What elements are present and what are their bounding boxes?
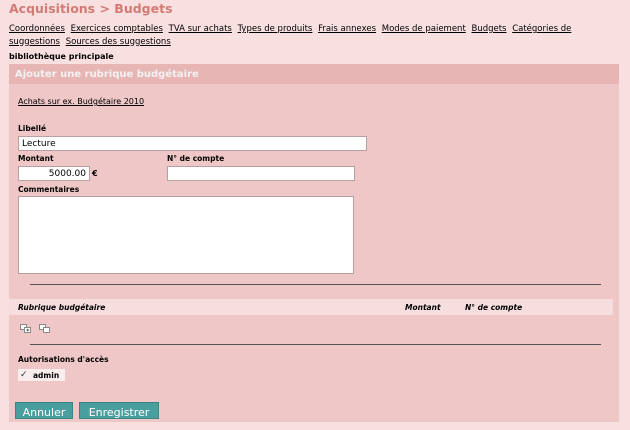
add-row-icon[interactable] <box>20 324 31 333</box>
menu-link-frais-annexes[interactable]: Frais annexes <box>318 24 376 34</box>
comment-textarea[interactable] <box>18 196 354 274</box>
divider <box>30 344 601 345</box>
menu-link-modes-paiement[interactable]: Modes de paiement <box>382 24 466 34</box>
column-rubrique: Rubrique budgétaire <box>18 303 106 312</box>
save-button[interactable]: Enregistrer <box>79 402 159 419</box>
column-montant: Montant <box>405 303 441 312</box>
library-name: bibliothèque principale <box>9 52 114 61</box>
libelle-input[interactable] <box>18 136 367 151</box>
montant-input[interactable] <box>18 166 90 181</box>
navigation-menu: Coordonnées Exercices comptables TVA sur… <box>9 23 609 48</box>
menu-link-coordonnees[interactable]: Coordonnées <box>9 24 65 34</box>
copy-row-icon[interactable] <box>39 324 50 333</box>
budget-table-header: Rubrique budgétaire Montant N° de compte <box>9 299 613 315</box>
column-compte: N° de compte <box>465 303 523 312</box>
panel-title: Ajouter une rubrique budgétaire <box>15 69 199 80</box>
menu-link-budgets[interactable]: Budgets <box>471 24 506 34</box>
menu-link-sources-suggestions[interactable]: Sources des suggestions <box>66 37 171 47</box>
checkbox-checked-icon[interactable]: ✓ <box>20 370 30 380</box>
comment-label: Commentaires <box>18 185 80 194</box>
access-admin-option[interactable]: ✓ admin <box>18 369 65 381</box>
budget-link[interactable]: Achats sur ex. Budgétaire 2010 <box>18 97 144 106</box>
budget-form-panel: Ajouter une rubrique budgétaire Achats s… <box>9 64 619 422</box>
access-label: Autorisations d'accès <box>18 355 109 364</box>
compte-label: N° de compte <box>167 154 225 163</box>
menu-link-tva[interactable]: TVA sur achats <box>169 24 232 34</box>
cancel-button[interactable]: Annuler <box>15 402 73 419</box>
page: Acquisitions > Budgets Coordonnées Exerc… <box>0 0 630 430</box>
panel-header: Ajouter une rubrique budgétaire <box>9 64 619 84</box>
divider <box>30 284 601 285</box>
libelle-label: Libellé <box>18 124 47 133</box>
compte-input[interactable] <box>167 166 355 181</box>
menu-link-exercices[interactable]: Exercices comptables <box>71 24 163 34</box>
page-title: Acquisitions > Budgets <box>9 1 173 16</box>
currency-symbol: € <box>92 169 98 178</box>
access-user-label: admin <box>33 371 60 380</box>
menu-link-types-produits[interactable]: Types de produits <box>238 24 313 34</box>
montant-label: Montant <box>18 154 54 163</box>
